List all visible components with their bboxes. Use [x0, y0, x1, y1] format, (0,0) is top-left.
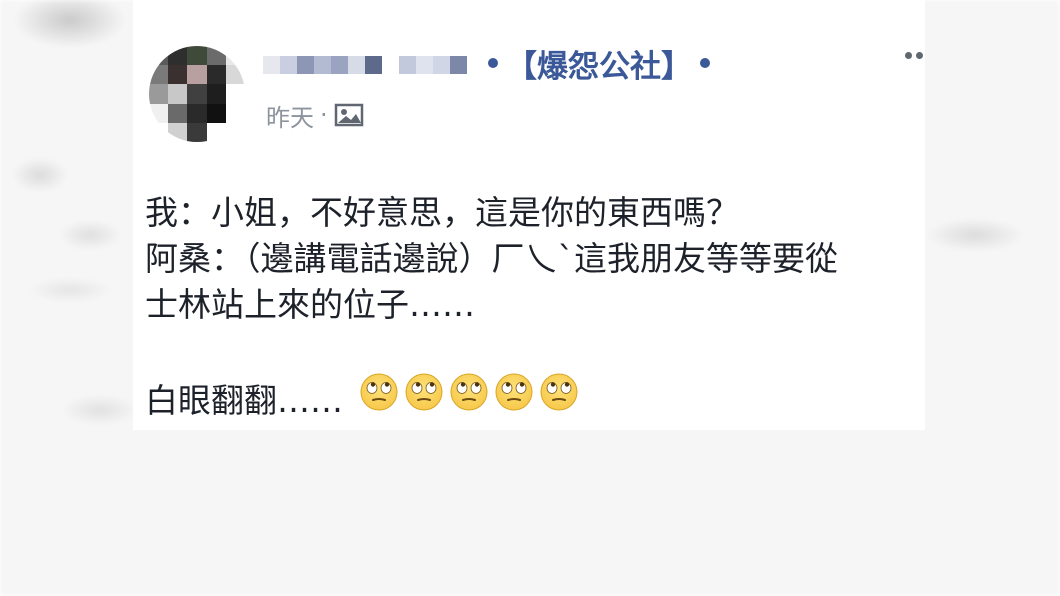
- timestamp[interactable]: 昨天: [266, 98, 314, 133]
- emoji-row: [354, 372, 579, 412]
- post-line: 阿桑：（邊講電話邊說）厂乀ˋ這我朋友等等要從: [145, 239, 838, 278]
- bullet-icon: [488, 58, 498, 68]
- face-with-rolling-eyes-icon: [404, 372, 444, 412]
- post-meta: 昨天 ·: [266, 96, 364, 134]
- post-line-text: 白眼翻翻……: [145, 381, 343, 420]
- post-line: 我：小姐，不好意思，這是你的東西嗎？: [145, 193, 739, 232]
- photo-icon: [334, 102, 364, 128]
- meta-separator: ·: [320, 101, 328, 129]
- bullet-icon: [700, 58, 710, 68]
- face-with-rolling-eyes-icon: [449, 372, 489, 412]
- face-with-rolling-eyes-icon: [359, 372, 399, 412]
- post-line: 士林站上來的位子……: [145, 285, 475, 324]
- group-link[interactable]: 【爆怨公社】: [488, 41, 710, 86]
- avatar[interactable]: [149, 46, 245, 142]
- post-line: 白眼翻翻……: [145, 372, 925, 420]
- face-with-rolling-eyes-icon: [539, 372, 579, 412]
- more-options-icon[interactable]: [905, 52, 923, 59]
- author-name-blurred[interactable]: [263, 50, 473, 80]
- post-card: 【爆怨公社】 昨天 · 我：小姐，不好意思，這是你的東西嗎？ 阿桑：（邊講電話邊…: [133, 0, 925, 430]
- post-body: 我：小姐，不好意思，這是你的東西嗎？ 阿桑：（邊講電話邊說）厂乀ˋ這我朋友等等要…: [145, 190, 925, 420]
- face-with-rolling-eyes-icon: [494, 372, 534, 412]
- group-name[interactable]: 【爆怨公社】: [506, 41, 692, 86]
